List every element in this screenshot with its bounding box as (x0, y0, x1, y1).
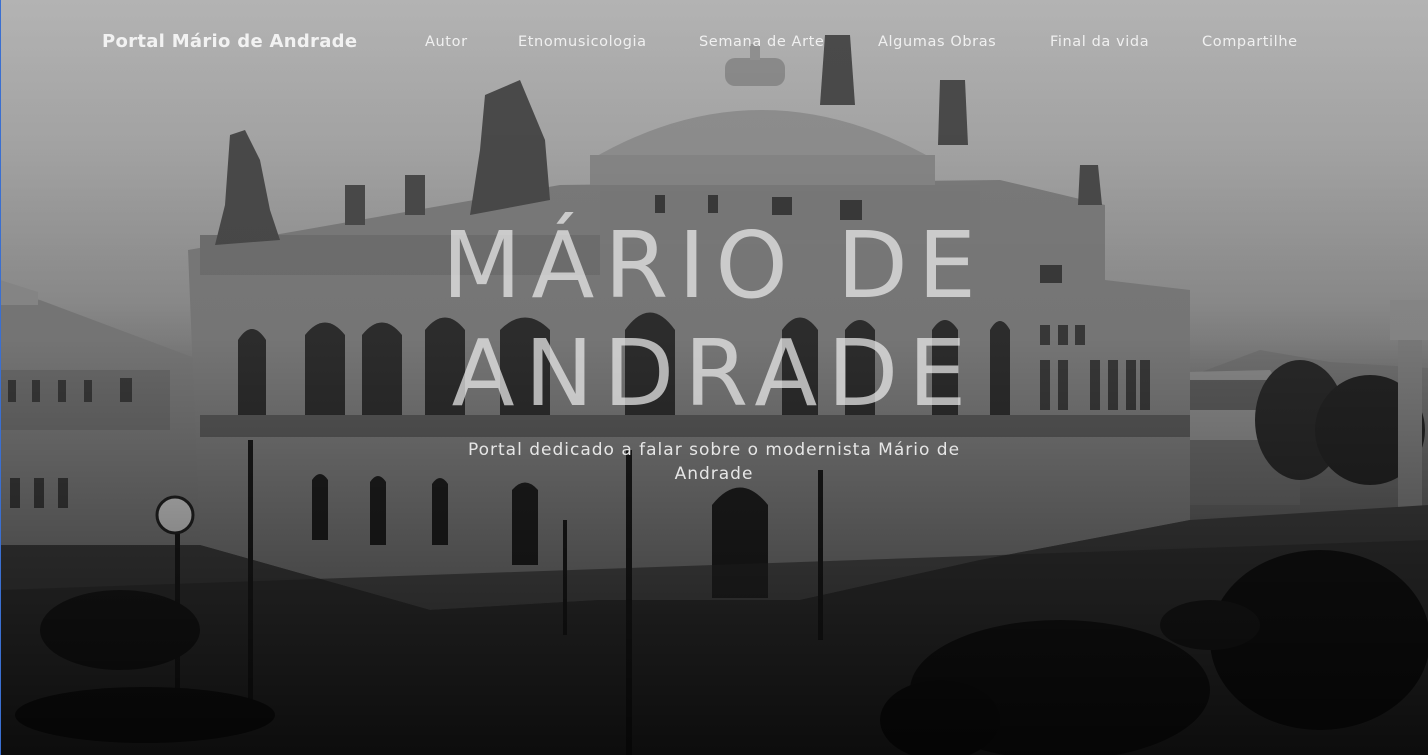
hero-title: MÁRIO DE ANDRADE (442, 212, 986, 427)
brand-link[interactable]: Portal Mário de Andrade (102, 31, 357, 52)
nav-link-final-da-vida[interactable]: Final da vida (1050, 34, 1149, 50)
viewport-left-border (0, 0, 1, 755)
nav-link-etnomusicologia[interactable]: Etnomusicologia (518, 34, 647, 50)
hero-section: Portal Mário de Andrade Autor Etnomusico… (0, 0, 1428, 755)
main-navbar: Portal Mário de Andrade Autor Etnomusico… (0, 0, 1428, 88)
hero-subtitle: Portal dedicado a falar sobre o modernis… (467, 440, 961, 484)
nav-link-compartilhe[interactable]: Compartilhe (1202, 34, 1298, 50)
nav-link-semana-de-arte[interactable]: Semana de Arte (699, 34, 824, 50)
nav-link-autor[interactable]: Autor (425, 34, 468, 50)
nav-link-algumas-obras[interactable]: Algumas Obras (878, 34, 996, 50)
